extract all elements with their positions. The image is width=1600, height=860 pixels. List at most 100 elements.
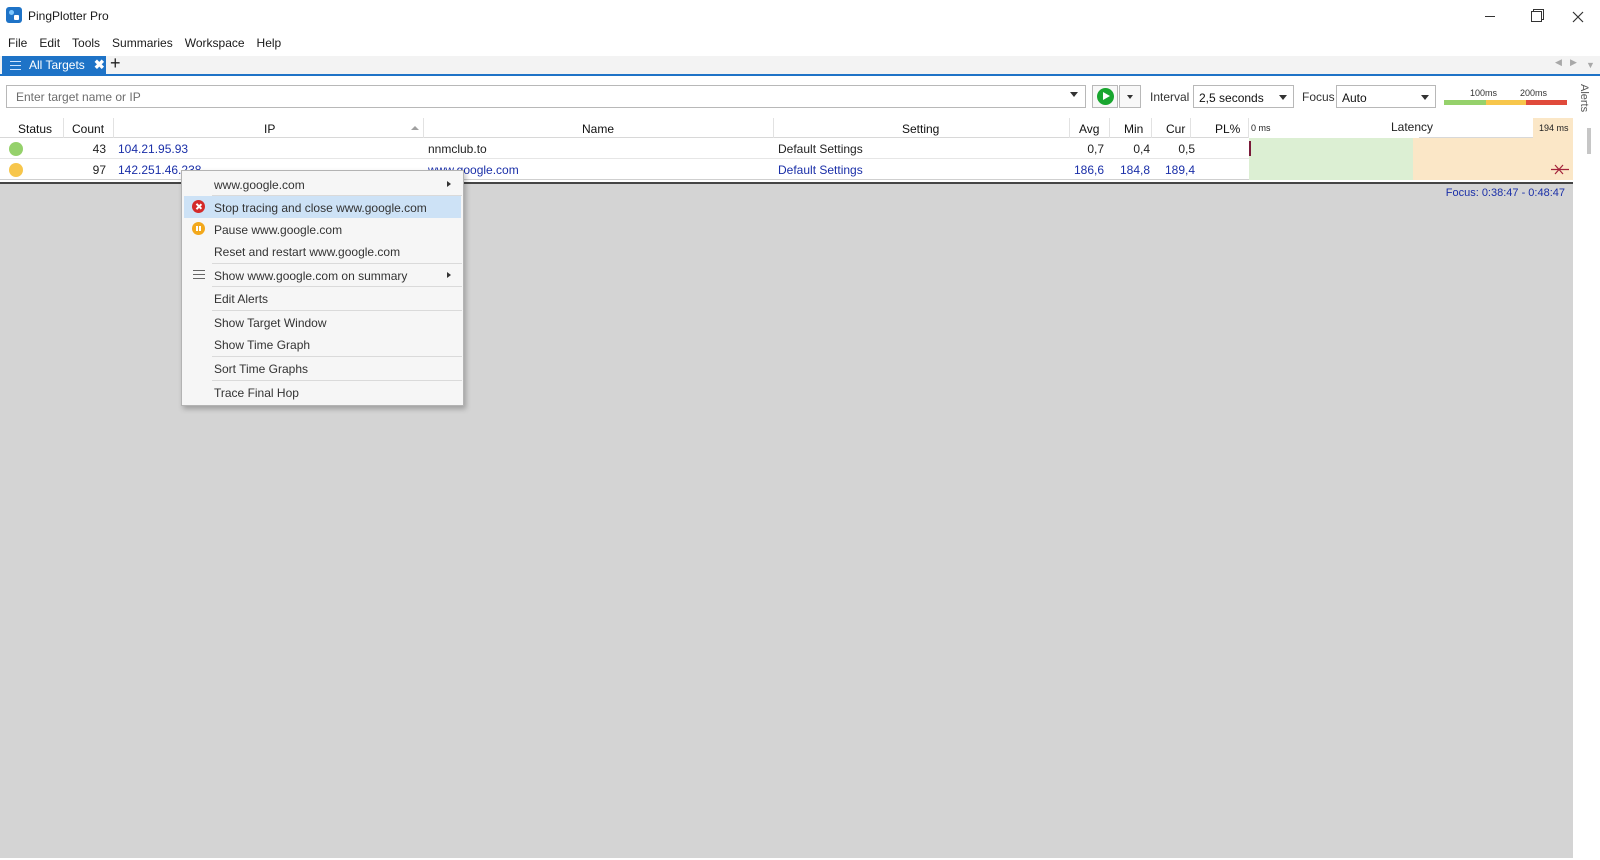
title-bar: PingPlotter Pro xyxy=(0,0,1600,33)
ctx-label: Reset and restart www.google.com xyxy=(214,245,401,259)
ctx-label: Show www.google.com on summary xyxy=(214,269,408,283)
sort-asc-icon xyxy=(411,126,419,130)
ctx-pause[interactable]: Pause www.google.com xyxy=(184,218,461,240)
cell-avg: 186,6 xyxy=(1073,163,1104,177)
ctx-stop-tracing[interactable]: Stop tracing and close www.google.com xyxy=(184,196,461,218)
latency-max-label: 194 ms xyxy=(1539,123,1569,133)
col-ip[interactable]: IP xyxy=(114,118,424,138)
right-panel-strip: Alerts xyxy=(1573,78,1600,858)
focus-label: Focus xyxy=(1302,90,1335,104)
ctx-trace-final-hop[interactable]: Trace Final Hop xyxy=(184,381,461,403)
context-menu: www.google.com Stop tracing and close ww… xyxy=(181,170,464,406)
cell-ip: 104.21.95.93 xyxy=(118,142,189,156)
cell-count: 43 xyxy=(92,142,106,156)
focus-select[interactable]: Auto xyxy=(1336,85,1436,108)
status-good-icon xyxy=(9,142,23,156)
interval-select[interactable]: 2,5 seconds xyxy=(1193,85,1294,108)
status-warn-icon xyxy=(9,163,23,177)
scale-bad-strip xyxy=(1526,100,1567,105)
ctx-reset-restart[interactable]: Reset and restart www.google.com xyxy=(184,240,461,262)
col-setting[interactable]: Setting xyxy=(774,118,1070,138)
col-status[interactable]: Status xyxy=(0,118,64,138)
col-min[interactable]: Min xyxy=(1110,118,1152,138)
target-dropdown-icon[interactable] xyxy=(1070,92,1078,97)
latency-marker-icon xyxy=(1551,164,1569,175)
ctx-label: Stop tracing and close www.google.com xyxy=(214,201,427,215)
ctx-label: Show Target Window xyxy=(214,316,327,330)
latency-scale-legend: 100ms 200ms xyxy=(1444,88,1567,106)
start-trace-button[interactable] xyxy=(1092,85,1118,108)
col-cur[interactable]: Cur xyxy=(1152,118,1191,138)
ctx-show-time-graph[interactable]: Show Time Graph xyxy=(184,333,461,355)
cell-pl xyxy=(1191,159,1241,180)
close-button[interactable] xyxy=(1556,0,1600,33)
tab-strip: All Targets ✖ + ◀ ▶ ▼ xyxy=(0,53,1600,76)
focus-range-label: Focus: 0:38:47 - 0:48:47 xyxy=(1445,187,1565,199)
ctx-show-on-summary[interactable]: Show www.google.com on summary xyxy=(184,264,461,286)
cell-name: www.google.com xyxy=(428,163,519,177)
ctx-label: Edit Alerts xyxy=(214,292,269,306)
alerts-side-tab[interactable]: Alerts xyxy=(1578,84,1590,112)
minimize-button[interactable] xyxy=(1467,0,1513,33)
ctx-target-submenu[interactable]: www.google.com xyxy=(184,173,461,195)
add-tab-button[interactable]: + xyxy=(110,53,121,74)
submenu-arrow-icon xyxy=(447,272,451,278)
list-icon xyxy=(193,270,205,279)
toolbar: Interval 2,5 seconds Focus Auto 100ms 20… xyxy=(0,78,1600,118)
tab-close-icon[interactable]: ✖ xyxy=(94,58,105,71)
table-row[interactable]: 43 104.21.95.93 nnmclub.to Default Setti… xyxy=(0,138,1573,159)
cell-min: 184,8 xyxy=(1119,163,1150,177)
window-title: PingPlotter Pro xyxy=(28,9,109,23)
col-ip-label: IP xyxy=(264,122,276,136)
latency-graph-cell xyxy=(1249,138,1573,159)
col-avg[interactable]: Avg xyxy=(1070,118,1110,138)
tab-list-dropdown-icon[interactable]: ▼ xyxy=(1586,60,1595,70)
menu-workspace[interactable]: Workspace xyxy=(179,33,251,55)
tab-label: All Targets xyxy=(29,58,85,72)
menu-file[interactable]: File xyxy=(2,33,33,55)
app-logo-icon xyxy=(6,7,22,23)
menu-summaries[interactable]: Summaries xyxy=(106,33,179,55)
ctx-label: Show Time Graph xyxy=(214,338,311,352)
col-name[interactable]: Name xyxy=(424,118,774,138)
menu-tools[interactable]: Tools xyxy=(66,33,106,55)
start-trace-dropdown[interactable] xyxy=(1119,85,1141,108)
cell-cur: 0,5 xyxy=(1178,142,1195,156)
ctx-show-target-window[interactable]: Show Target Window xyxy=(184,311,461,333)
cell-avg: 0,7 xyxy=(1087,142,1104,156)
close-icon xyxy=(1572,11,1584,22)
ctx-edit-alerts[interactable]: Edit Alerts xyxy=(184,287,461,309)
maximize-button[interactable] xyxy=(1513,0,1559,33)
latency-graph-cell xyxy=(1249,159,1573,180)
cell-pl xyxy=(1191,138,1241,159)
menu-edit[interactable]: Edit xyxy=(33,33,66,55)
cell-cur: 189,4 xyxy=(1164,163,1195,177)
cell-count: 97 xyxy=(92,163,106,177)
hamburger-icon xyxy=(10,60,21,70)
tab-all-targets[interactable]: All Targets ✖ xyxy=(2,56,106,74)
tab-scroll-right-icon[interactable]: ▶ xyxy=(1570,57,1577,68)
submenu-arrow-icon xyxy=(447,181,451,187)
ctx-label: Pause www.google.com xyxy=(214,223,343,237)
scrollbar-thumb[interactable] xyxy=(1587,128,1591,154)
scale-200-label: 200ms xyxy=(1520,88,1548,98)
grid-header: Status Count IP Name Setting Avg Min Cur… xyxy=(0,118,1573,138)
col-pl[interactable]: PL% xyxy=(1191,118,1249,138)
latency-label: Latency xyxy=(1391,120,1434,134)
ctx-label: Sort Time Graphs xyxy=(214,362,309,376)
col-count[interactable]: Count xyxy=(64,118,114,138)
interval-label: Interval xyxy=(1150,90,1190,104)
cell-setting: Default Settings xyxy=(778,142,863,156)
scale-100-label: 100ms xyxy=(1470,88,1498,98)
cell-name: nnmclub.to xyxy=(428,142,487,156)
ctx-label: www.google.com xyxy=(214,178,305,192)
col-latency[interactable]: 0 ms Latency 194 ms xyxy=(1249,118,1573,138)
latency-marker xyxy=(1249,141,1251,156)
ctx-sort-time-graphs[interactable]: Sort Time Graphs xyxy=(184,357,461,379)
target-input[interactable] xyxy=(6,85,1086,108)
menu-help[interactable]: Help xyxy=(251,33,288,55)
play-icon xyxy=(1096,88,1114,105)
latency-min-label: 0 ms xyxy=(1251,123,1271,133)
tab-scroll-left-icon[interactable]: ◀ xyxy=(1555,57,1562,68)
stop-icon xyxy=(192,200,205,213)
